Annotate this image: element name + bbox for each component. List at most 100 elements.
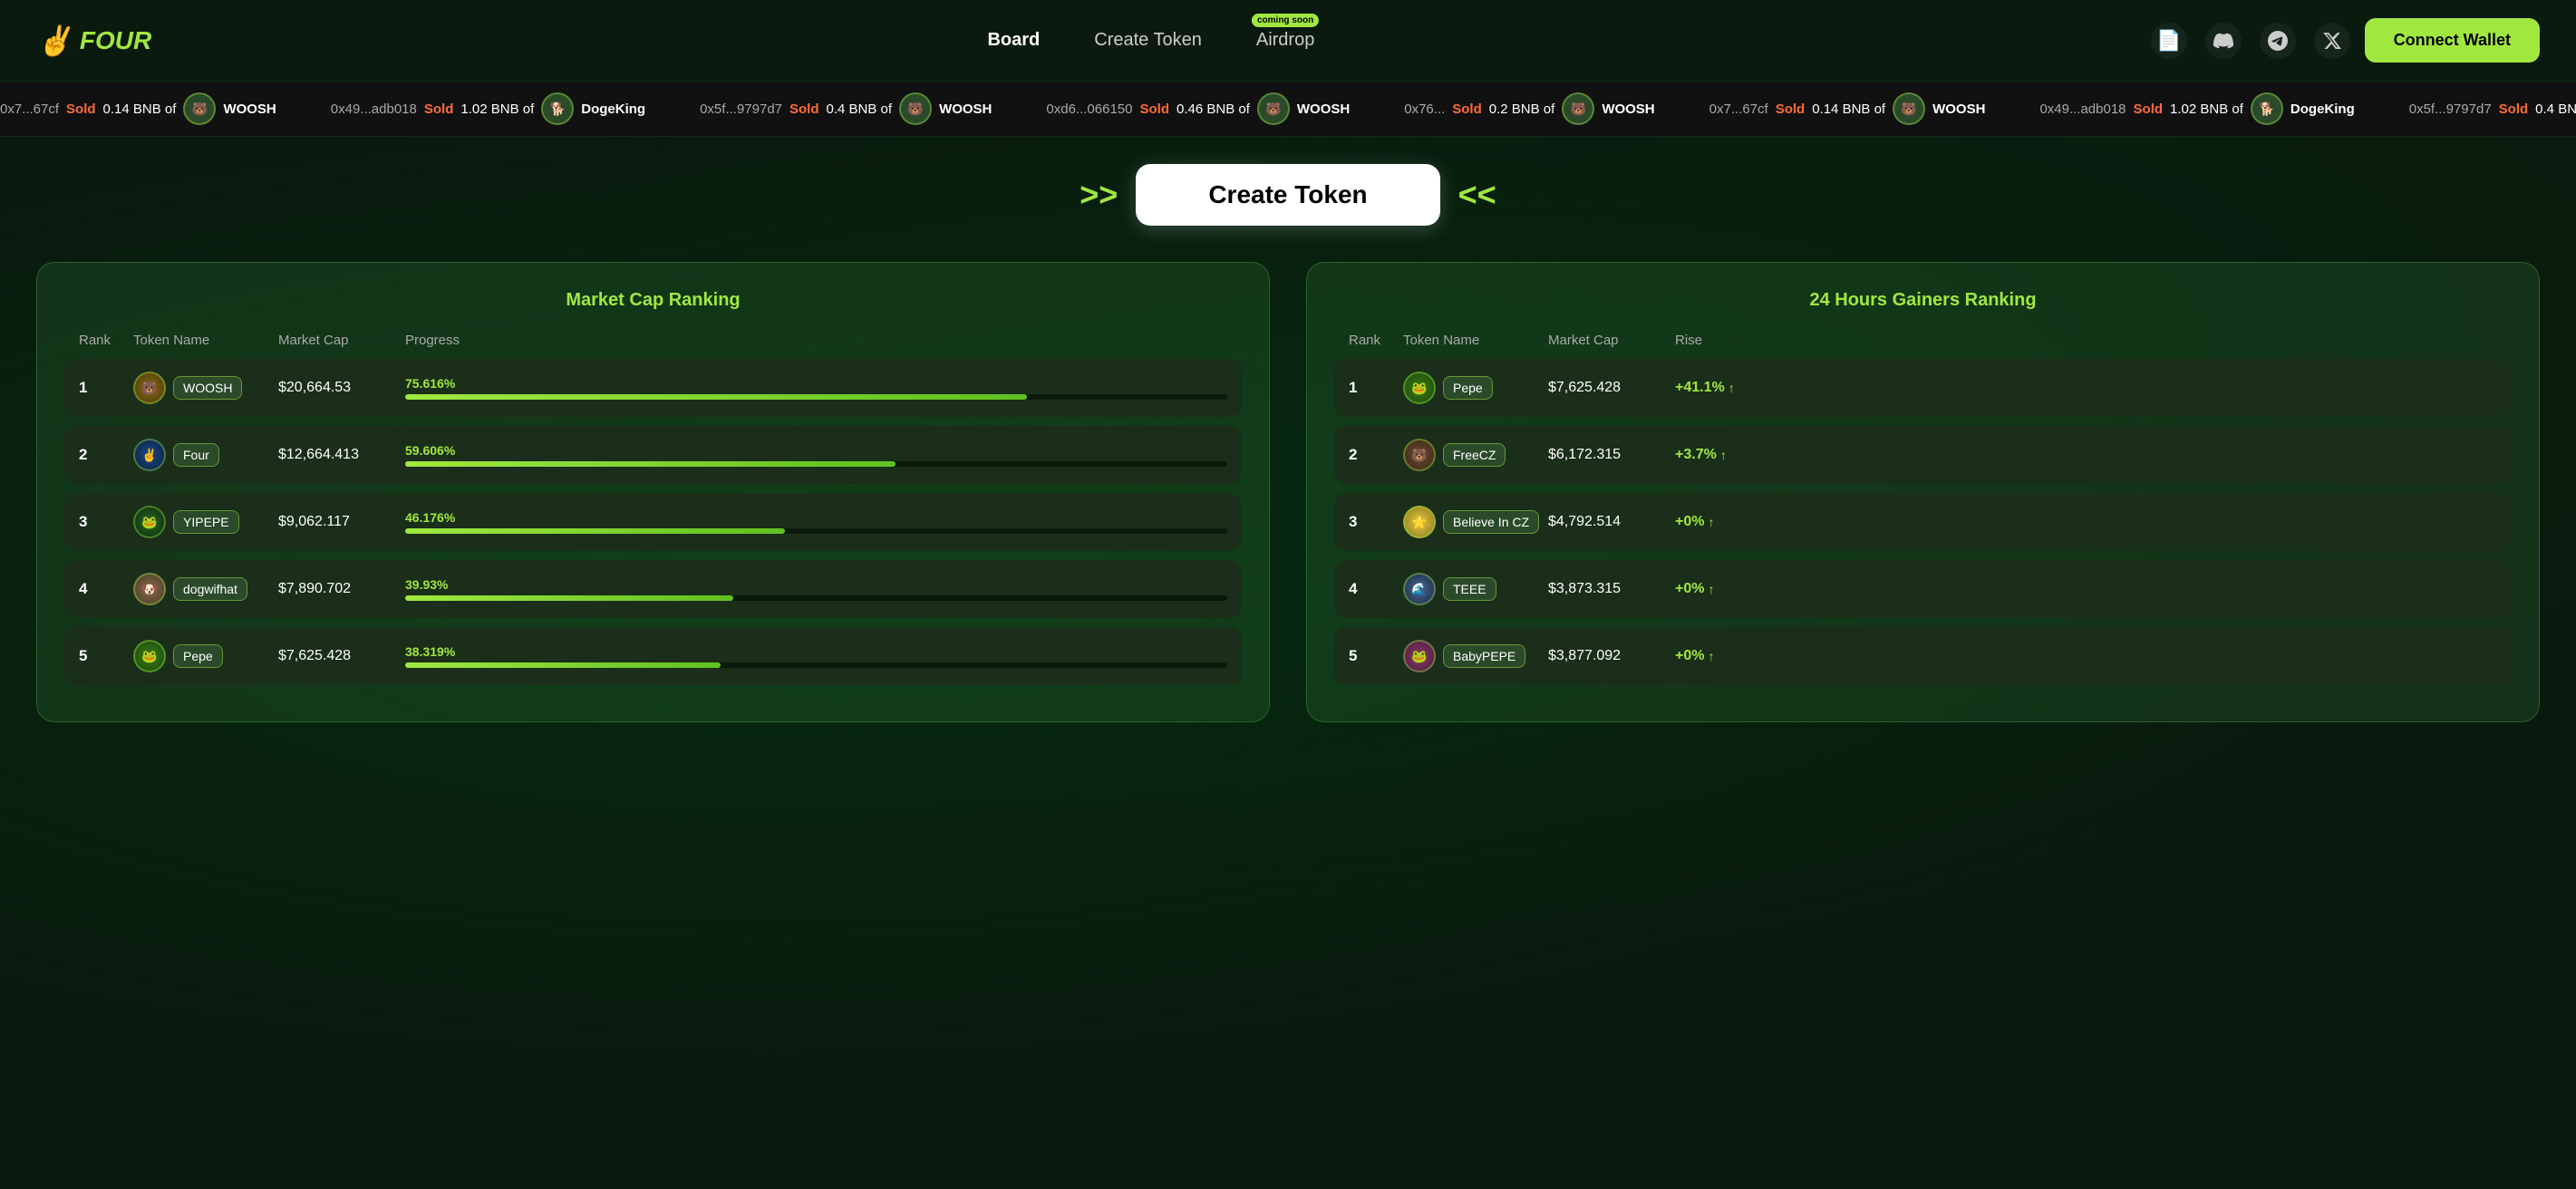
chevron-right-icon: << [1458,176,1496,214]
ticker-item: 0xd6...066150 Sold 0.46 BNB of 🐻 WOOSH [1046,92,1350,125]
token-cell: ✌️ Four [133,439,278,471]
token-avatar: 🌊 [1403,573,1436,605]
main-content: >> Create Token << Market Cap Ranking Ra… [0,137,2576,759]
progress-label: 75.616% [405,376,1227,391]
ticker-token-name: WOOSH [1297,102,1350,117]
table-row[interactable]: 1 🐻 WOOSH $20,664.53 75.616% [64,359,1242,417]
token-name-badge: dogwifhat [173,577,247,601]
gainers-header: Rank Token Name Market Cap Rise [1334,333,2512,348]
rise-value: +0% [1675,648,1704,664]
discord-icon[interactable] [2205,23,2242,59]
rise-arrow-icon: ↑ [1708,649,1714,663]
table-row[interactable]: 3 🐸 YIPEPE $9,062.117 46.176% [64,493,1242,551]
token-cell: 🐻 FreeCZ [1403,439,1548,471]
progress-bar-bg [405,595,1227,601]
market-cap-value: $7,890.702 [278,581,405,597]
ticker-token-icon: 🐻 [1257,92,1290,125]
create-token-hero-button[interactable]: Create Token [1136,164,1439,226]
rise-value: +0% [1675,514,1704,530]
nav-create-token[interactable]: Create Token [1094,30,1202,51]
table-row[interactable]: 2 ✌️ Four $12,664.413 59.606% [64,426,1242,484]
token-name-badge: WOOSH [173,376,242,400]
ticker-addr: 0x76... [1404,102,1445,117]
ticker-token-name: DogeKing [581,102,645,117]
token-cell: 🐻 WOOSH [133,372,278,404]
ticker-amount: 0.46 BNB of [1177,102,1250,117]
gainers-title: 24 Hours Gainers Ranking [1334,290,2512,311]
table-row[interactable]: 4 🌊 TEEE $3,873.315 +0% ↑ [1334,560,2512,618]
token-avatar: 🐸 [133,640,166,672]
logo[interactable]: ✌️ FOUR [36,24,151,58]
ticker-token-icon: 🐕 [2251,92,2283,125]
nav-airdrop[interactable]: coming soon Airdrop [1256,30,1314,51]
ticker-item: 0x49...adb018 Sold 1.02 BNB of 🐕 DogeKin… [331,92,645,125]
table-row[interactable]: 1 🐸 Pepe $7,625.428 +41.1% ↑ [1334,359,2512,417]
token-cell: 🐸 Pepe [1403,372,1548,404]
progress-bar-bg [405,662,1227,668]
rank-number: 2 [79,446,133,464]
token-name-badge: BabyPEPE [1443,644,1525,668]
ticker-item: 0x5f...9797d7 Sold 0.4 BNB of 🐻 WOOSH [2409,92,2576,125]
ticker-item: 0x49...adb018 Sold 1.02 BNB of 🐕 DogeKin… [2039,92,2354,125]
ticker-amount: 0.14 BNB of [1812,102,1885,117]
ticker-addr: 0x5f...9797d7 [700,102,782,117]
chevron-left-icon: >> [1080,176,1118,214]
progress-label: 39.93% [405,577,1227,592]
ticker-action: Sold [1452,102,1482,117]
market-cap-value: $3,873.315 [1548,581,1675,597]
ticker-action: Sold [2499,102,2529,117]
market-cap-value: $7,625.428 [278,648,405,664]
nav-board[interactable]: Board [987,30,1040,51]
table-row[interactable]: 3 ⭐ Believe In CZ $4,792.514 +0% ↑ [1334,493,2512,551]
ticker-token-icon: 🐻 [1562,92,1594,125]
rankings-section: Market Cap Ranking Rank Token Name Marke… [36,262,2540,722]
market-cap-value: $12,664.413 [278,447,405,463]
rank-number: 5 [1349,647,1403,665]
rank-number: 3 [79,513,133,531]
header-rise: Rise [1675,333,2497,348]
ticker-amount: 0.14 BNB of [103,102,177,117]
table-row[interactable]: 4 🐶 dogwifhat $7,890.702 39.93% [64,560,1242,618]
ticker-token-name: WOOSH [1602,102,1654,117]
ticker-item: 0x7...67cf Sold 0.14 BNB of 🐻 WOOSH [1709,92,1986,125]
rank-number: 1 [1349,379,1403,397]
ticker-addr: 0x7...67cf [1709,102,1768,117]
token-cell: ⭐ Believe In CZ [1403,506,1548,538]
token-avatar: 🐸 [1403,640,1436,672]
progress-bar-fill [405,595,733,601]
ticker-amount: 0.2 BNB of [1489,102,1555,117]
ticker-item: 0x7...67cf Sold 0.14 BNB of 🐻 WOOSH [0,92,276,125]
table-row[interactable]: 2 🐻 FreeCZ $6,172.315 +3.7% ↑ [1334,426,2512,484]
progress-cell: 39.93% [405,577,1227,601]
token-cell: 🐸 BabyPEPE [1403,640,1548,672]
progress-cell: 75.616% [405,376,1227,400]
connect-wallet-button[interactable]: Connect Wallet [2365,18,2540,63]
rise-arrow-icon: ↑ [1708,515,1714,529]
table-row[interactable]: 5 🐸 Pepe $7,625.428 38.319% [64,627,1242,685]
token-cell: 🐸 YIPEPE [133,506,278,538]
progress-cell: 46.176% [405,510,1227,534]
token-name-badge: Believe In CZ [1443,510,1539,534]
ticker-amount: 1.02 BNB of [2170,102,2243,117]
rise-arrow-icon: ↑ [1729,381,1735,395]
progress-cell: 59.606% [405,443,1227,467]
ticker-action: Sold [1140,102,1170,117]
telegram-icon[interactable] [2260,23,2296,59]
token-avatar: ✌️ [133,439,166,471]
twitter-icon[interactable] [2314,23,2350,59]
header-token-name: Token Name [133,333,278,348]
ticker-item: 0x76... Sold 0.2 BNB of 🐻 WOOSH [1404,92,1654,125]
gainers-panel: 24 Hours Gainers Ranking Rank Token Name… [1306,262,2540,722]
ticker-amount: 1.02 BNB of [460,102,534,117]
create-token-hero: >> Create Token << [36,164,2540,226]
rise-cell: +0% ↑ [1675,648,2497,664]
token-avatar: 🐸 [133,506,166,538]
docs-icon[interactable]: 📄 [2151,23,2187,59]
market-cap-value: $3,877.092 [1548,648,1675,664]
ticker-addr: 0x7...67cf [0,102,59,117]
market-cap-title: Market Cap Ranking [64,290,1242,311]
market-cap-rows: 1 🐻 WOOSH $20,664.53 75.616% 2 ✌️ Four $… [64,359,1242,685]
token-name-badge: YIPEPE [173,510,239,534]
table-row[interactable]: 5 🐸 BabyPEPE $3,877.092 +0% ↑ [1334,627,2512,685]
token-avatar: 🐶 [133,573,166,605]
